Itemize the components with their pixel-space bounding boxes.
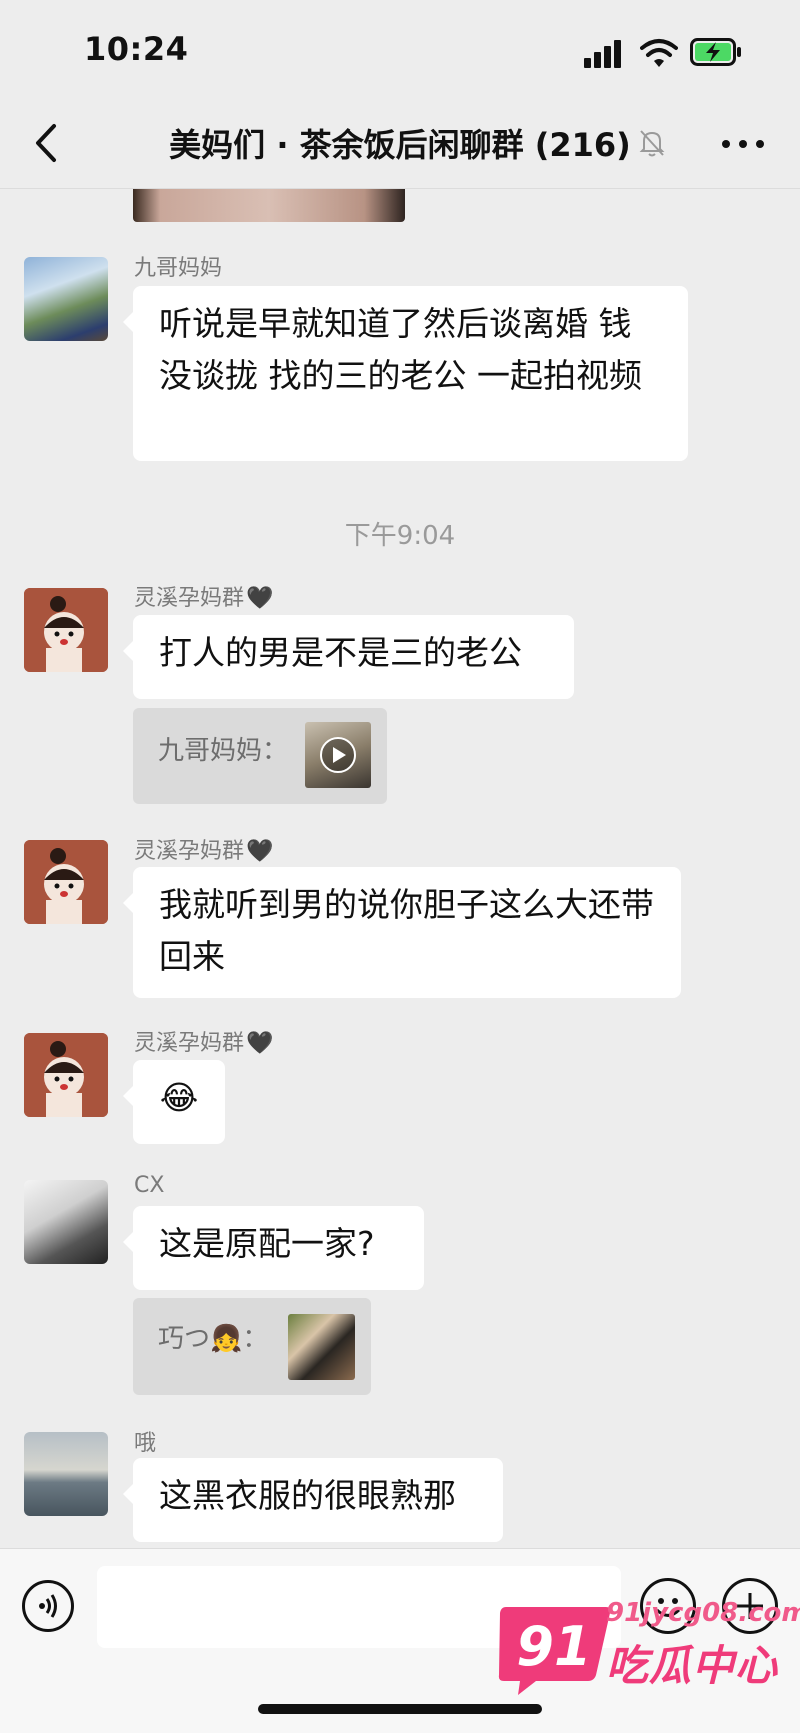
message-bubble[interactable]: 我就听到男的说你胆子这么大还带回来 [123,867,681,998]
sender-name: 灵溪孕妈群🖤 [134,839,274,864]
battery-charging-icon [690,38,741,66]
message-bubble[interactable]: 听说是早就知道了然后谈离婚 钱没谈拢 找的三的老公 一起拍视频 [123,286,688,461]
sender-name: CX [134,1173,165,1198]
message-bubble[interactable]: 这黑衣服的很眼熟那 [123,1458,503,1542]
avatar[interactable] [24,1180,108,1264]
avatar[interactable] [24,840,108,924]
ellipsis-icon [722,140,730,148]
avatar[interactable] [24,1432,108,1516]
cartoon-girl-avatar-image [24,1033,108,1117]
quoted-message[interactable]: 巧つ👧： [133,1298,371,1395]
watermark-domain: 91jycg08.com [606,1598,800,1628]
message-bubble[interactable]: 这是原配一家? [123,1206,424,1290]
avatar[interactable] [24,1033,108,1117]
cartoon-girl-avatar-image [24,588,108,672]
sender-name: 九哥妈妈 [134,256,223,281]
quote-sender: 九哥妈妈： [158,736,289,766]
status-time: 10:24 [84,30,189,68]
video-thumbnail[interactable] [305,722,371,788]
black-heart-icon: 🖤 [246,839,274,864]
black-heart-icon: 🖤 [246,586,274,611]
cartoon-girl-avatar-image [24,840,108,924]
image-message-fragment[interactable] [133,189,405,222]
avatar[interactable] [24,257,108,341]
home-indicator [258,1704,542,1714]
bell-slash-icon [639,130,665,157]
watermark-badge-text: 91 [516,1615,591,1678]
wifi-icon [640,39,678,67]
quote-sender: 巧つ👧： [158,1324,269,1354]
voice-icon [39,1594,57,1618]
timestamp: 下午9:04 [344,521,456,551]
watermark-logo: 91 [496,1603,614,1697]
sender-name: 灵溪孕妈群🖤 [134,586,274,611]
emoji-message-bubble[interactable]: 😂 [123,1060,225,1144]
watermark-name: 吃瓜中心 [606,1641,779,1690]
sender-name: 灵溪孕妈群🖤 [134,1031,274,1056]
avatar[interactable] [24,588,108,672]
sender-name: 哦 [134,1431,157,1456]
play-icon [320,737,356,773]
image-thumbnail[interactable] [288,1314,355,1380]
quoted-message[interactable]: 九哥妈妈： [133,708,387,804]
chat-title: 美妈们 · 茶余饭后闲聊群 (216) [169,126,631,164]
black-heart-icon: 🖤 [246,1031,274,1056]
voice-button[interactable] [22,1580,74,1632]
more-button[interactable] [718,130,768,156]
cellular-signal-icon [584,40,624,68]
message-bubble[interactable]: 打人的男是不是三的老公 [123,615,574,699]
